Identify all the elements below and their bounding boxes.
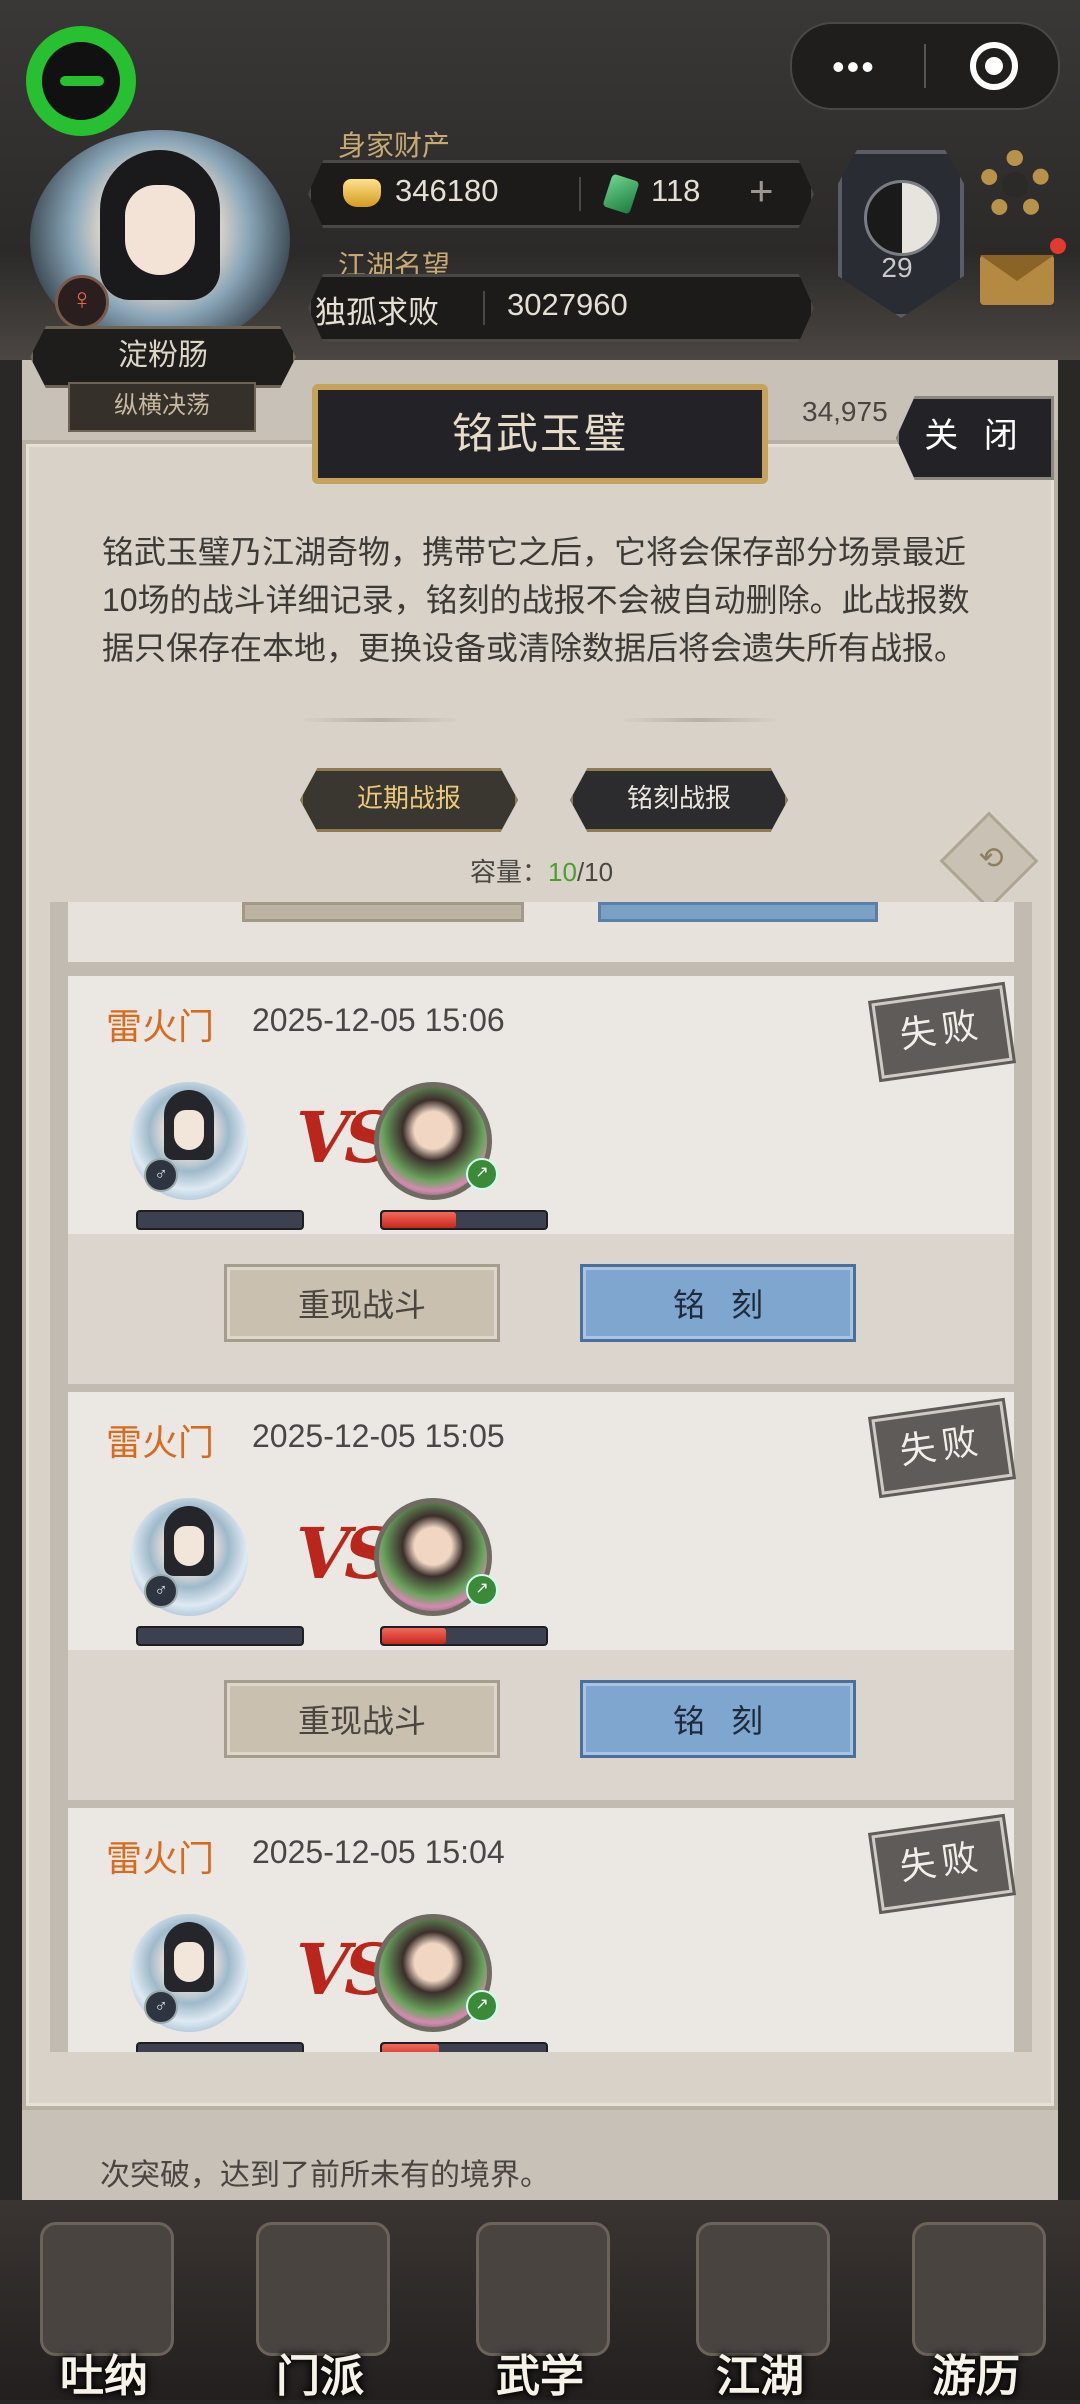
- engrave-button[interactable]: 铭刻: [580, 1680, 856, 1758]
- battle-card: 雷火门 2025-12-05 15:05 失败 ♂ VS ↗ 重现战斗 铭刻: [68, 1392, 1014, 1800]
- horse-icon: [912, 2222, 1046, 2356]
- reputation-bar: 独孤求败 3027960: [308, 274, 814, 342]
- level-number: 29: [881, 252, 913, 283]
- sect-name: 雷火门: [106, 1006, 215, 1047]
- banner-icon: [256, 2222, 390, 2356]
- notification-dot: [1050, 238, 1066, 254]
- close-miniprogram-icon[interactable]: [970, 42, 1018, 90]
- tab-recent-reports[interactable]: 近期战报: [300, 768, 518, 832]
- battle-card: 雷火门 2025-12-05 15:04 失败 ♂ VS ↗: [68, 1808, 1014, 2052]
- divider-ornament-right: [620, 718, 780, 722]
- player-subtitle: 纵横决荡: [68, 382, 256, 432]
- enemy-hp-bar: [380, 1626, 548, 1646]
- result-stamp: 失败: [871, 1817, 1013, 1911]
- player-hp-bar: [136, 2042, 304, 2052]
- top-hud: ••• ♀ 身家财产 346180 118 + 江湖名望 独孤求败 302796…: [0, 0, 1080, 360]
- battle-card-actions: 重现战斗 铭刻: [68, 1234, 1014, 1384]
- avatar-face: [125, 185, 195, 275]
- replay-battle-button[interactable]: 重现战斗: [224, 1680, 500, 1758]
- player-name: 淀粉肠: [30, 326, 296, 388]
- jade-amount: 118: [651, 173, 701, 208]
- battle-datetime: 2025-12-05 15:05: [252, 1418, 505, 1454]
- reputation-divider: [483, 291, 485, 325]
- battle-card: 雷火门 2025-12-05 15:06 失败 ♂ VS ↗ 重现战斗 铭刻: [68, 976, 1014, 1384]
- refresh-icon: ⟲: [978, 841, 1004, 875]
- battle-datetime: 2025-12-05 15:04: [252, 1834, 505, 1870]
- assets-label: 身家财产: [338, 130, 451, 161]
- enemy-hp-bar: [380, 1210, 548, 1230]
- taiji-icon: [864, 180, 940, 256]
- mail-icon[interactable]: [980, 255, 1054, 305]
- wechat-chat-icon[interactable]: [26, 26, 136, 136]
- add-currency-icon[interactable]: +: [749, 167, 774, 215]
- engrave-button[interactable]: 铭刻: [580, 1264, 856, 1342]
- nav-label: 江湖: [716, 2351, 804, 2402]
- reputation-title: 独孤求败: [315, 295, 439, 330]
- nav-label: 吐纳: [60, 2351, 148, 2402]
- modal-description: 铭武玉璧乃江湖奇物，携带它之后，它将会保存部分场景最近10场的战斗详细记录，铭刻…: [102, 534, 970, 666]
- nav-label: 门派: [276, 2351, 364, 2402]
- assets-divider: [579, 177, 581, 211]
- assets-bar: 346180 118 +: [308, 160, 814, 228]
- player-hp-bar: [136, 1210, 304, 1230]
- male-icon: ♂: [144, 1990, 178, 2024]
- enemy-hp-bar: [380, 2042, 548, 2052]
- sword-icon: ↗: [466, 1158, 498, 1190]
- battle-card-info: 雷火门 2025-12-05 15:05 失败 ♂ VS ↗: [68, 1392, 1014, 1650]
- battle-card-actions: 重现战斗 铭刻: [68, 1650, 1014, 1800]
- straw-hat-icon: [696, 2222, 830, 2356]
- battle-card-info: 雷火门 2025-12-05 15:04 失败 ♂ VS ↗: [68, 1808, 1014, 2052]
- battle-list[interactable]: 雷火门 2025-12-05 15:06 失败 ♂ VS ↗ 重现战斗 铭刻 雷…: [50, 902, 1032, 2052]
- close-button[interactable]: 关 闭: [896, 396, 1054, 480]
- result-stamp: 失败: [871, 985, 1013, 1079]
- scroll-book-icon: [476, 2222, 610, 2356]
- battle-card-info: 雷火门 2025-12-05 15:06 失败 ♂ VS ↗: [68, 976, 1014, 1234]
- nav-label: 武学: [496, 2351, 584, 2402]
- background-score: 34,975: [802, 396, 888, 427]
- male-icon: ♂: [144, 1574, 178, 1608]
- nav-jianghu[interactable]: 江湖: [672, 2222, 848, 2402]
- more-options-icon[interactable]: •••: [832, 46, 876, 88]
- capacity-total: /10: [576, 857, 614, 887]
- player-hp-bar: [136, 1626, 304, 1646]
- previous-card-partial: [68, 902, 1014, 962]
- sword-icon: ↗: [466, 1990, 498, 2022]
- nav-martial-arts[interactable]: 武学: [452, 2222, 628, 2402]
- replay-button-partial[interactable]: [242, 902, 524, 922]
- level-badge[interactable]: 29: [838, 150, 964, 318]
- result-stamp: 失败: [871, 1401, 1013, 1495]
- gold-ingot-icon: [343, 179, 381, 207]
- jade-icon: [602, 173, 640, 215]
- replay-battle-button[interactable]: 重现战斗: [224, 1264, 500, 1342]
- gear-icon[interactable]: [980, 150, 1050, 220]
- modal-title: 铭武玉璧: [312, 384, 768, 484]
- nav-travel[interactable]: 游历: [888, 2222, 1064, 2402]
- divider-ornament-left: [300, 718, 460, 722]
- capacity-label: 容量：: [470, 857, 549, 887]
- miniprogram-capsule: •••: [790, 22, 1060, 110]
- gourd-icon: [40, 2222, 174, 2356]
- bottom-navigation: 吐纳 门派 武学 江湖 游历: [0, 2200, 1080, 2402]
- capsule-divider: [924, 44, 926, 88]
- background-text-line: 次突破，达到了前所未有的境界。: [100, 2159, 550, 2192]
- capacity-indicator: 容量：10/10: [470, 852, 613, 889]
- tab-engraved-reports[interactable]: 铭刻战报: [570, 768, 788, 832]
- gold-amount: 346180: [395, 173, 499, 208]
- sect-name: 雷火门: [106, 1838, 215, 1879]
- sect-name: 雷火门: [106, 1422, 215, 1463]
- sword-icon: ↗: [466, 1574, 498, 1606]
- nav-tuna[interactable]: 吐纳: [16, 2222, 192, 2402]
- engrave-button-partial[interactable]: [598, 902, 878, 922]
- male-icon: ♂: [144, 1158, 178, 1192]
- reputation-value: 3027960: [507, 287, 628, 322]
- capacity-used: 10: [548, 857, 577, 887]
- battle-datetime: 2025-12-05 15:06: [252, 1002, 505, 1038]
- female-icon: ♀: [55, 275, 109, 329]
- nav-sect[interactable]: 门派: [232, 2222, 408, 2402]
- nav-label: 游历: [932, 2351, 1020, 2402]
